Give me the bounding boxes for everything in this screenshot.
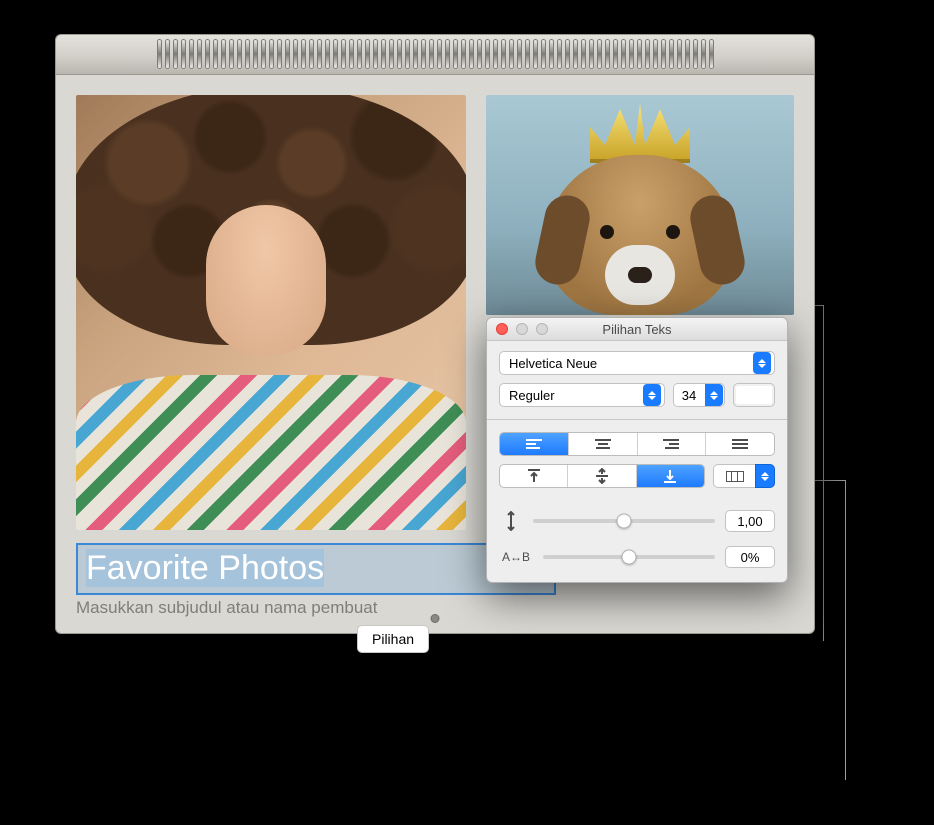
cover-photo-right[interactable] — [486, 95, 794, 315]
valign-bottom-button[interactable] — [637, 465, 704, 487]
text-options-panel: Pilihan Teks Helvetica Neue Reguler — [486, 317, 788, 583]
text-color-swatch[interactable] — [733, 383, 775, 407]
line-spacing-value[interactable]: 1,00 — [725, 510, 775, 532]
chevron-updown-icon — [753, 352, 771, 374]
font-style-value: Reguler — [509, 388, 555, 403]
align-center-button[interactable] — [569, 433, 638, 455]
horizontal-align-segment — [499, 432, 775, 456]
chevron-updown-icon — [643, 384, 661, 406]
panel-titlebar[interactable]: Pilihan Teks — [487, 318, 787, 341]
chevron-updown-icon — [755, 464, 775, 488]
valign-top-button[interactable] — [500, 465, 568, 487]
font-size-stepper[interactable] — [705, 384, 723, 406]
title-text-field[interactable]: Favorite Photos — [76, 543, 556, 595]
font-family-select[interactable]: Helvetica Neue — [499, 351, 775, 375]
divider — [487, 419, 787, 420]
line-spacing-icon — [499, 511, 523, 531]
font-style-select[interactable]: Reguler — [499, 383, 665, 407]
options-button[interactable]: Pilihan — [357, 625, 429, 653]
line-spacing-slider[interactable] — [533, 513, 715, 529]
align-justify-button[interactable] — [706, 433, 774, 455]
valign-middle-button[interactable] — [568, 465, 636, 487]
align-left-button[interactable] — [500, 433, 569, 455]
tracking-slider[interactable] — [543, 549, 715, 565]
panel-title: Pilihan Teks — [487, 322, 787, 337]
font-size-input[interactable] — [674, 384, 704, 406]
spiral-binding: // generated below by the main hydrator … — [55, 34, 815, 74]
cover-photo-left[interactable] — [76, 95, 466, 530]
align-right-button[interactable] — [638, 433, 707, 455]
subtitle-text-field[interactable]: Masukkan subjudul atau nama pembuat — [76, 598, 556, 618]
font-size-field[interactable] — [673, 383, 725, 407]
callout-line — [845, 480, 846, 780]
columns-select[interactable] — [713, 464, 775, 488]
title-text: Favorite Photos — [86, 549, 324, 587]
tracking-value[interactable]: 0% — [725, 546, 775, 568]
font-family-value: Helvetica Neue — [509, 356, 597, 371]
page-indicator-dot — [431, 614, 440, 623]
callout-line — [823, 305, 824, 641]
vertical-align-segment — [499, 464, 705, 488]
tracking-icon: A↔B — [499, 550, 533, 564]
columns-icon — [713, 464, 755, 488]
